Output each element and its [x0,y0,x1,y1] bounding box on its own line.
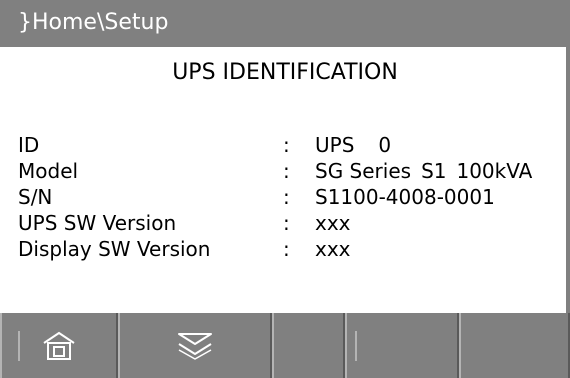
title-bar: }Home\Setup [0,0,570,47]
id-value: UPS 0 [315,131,391,159]
separator: : [283,133,290,157]
model-value: SG Series S1 100kVA [315,157,532,185]
display-sw-version-value: xxx [315,235,351,263]
home-icon [43,331,75,360]
display-sw-version-label: Display SW Version [18,237,211,261]
model-type: S1 [421,159,447,183]
identification-panel: UPS IDENTIFICATION ID : UPS 0 Model : SG … [0,47,570,313]
model-label: Model [18,159,79,183]
separator: : [283,159,290,183]
info-row-model: Model : SG Series S1 100kVA [0,157,566,185]
serial-label: S/N [18,185,53,209]
ups-sw-version-text: xxx [315,211,351,235]
info-row-display-sw-version: Display SW Version : xxx [0,235,566,263]
function-key-bar [0,313,570,378]
separator: : [283,237,290,261]
model-rating: 100kVA [456,159,533,183]
key-divider [355,331,357,361]
info-row-ups-sw-version: UPS SW Version : xxx [0,209,566,237]
ups-sw-version-label: UPS SW Version [18,211,177,235]
double-chevron-down-icon [178,332,212,360]
id-value-prefix: UPS [315,133,355,157]
function-key-4[interactable] [345,313,459,378]
scroll-down-button[interactable] [118,313,272,378]
ups-sw-version-value: xxx [315,209,351,237]
separator: : [283,211,290,235]
serial-value: S1100-4008-0001 [315,183,495,211]
page-title: UPS IDENTIFICATION [172,60,398,85]
home-button[interactable] [0,313,118,378]
breadcrumb: }Home\Setup [18,10,169,35]
id-value-number: 0 [378,133,392,157]
function-key-3[interactable] [272,313,345,378]
key-divider [18,331,20,361]
separator: : [283,185,290,209]
model-series: SG Series [315,159,412,183]
id-label: ID [18,133,40,157]
function-key-5[interactable] [459,313,570,378]
info-row-id: ID : UPS 0 [0,131,566,159]
ups-display-screen: }Home\Setup UPS IDENTIFICATION ID : UPS 0… [0,0,570,378]
display-sw-version-text: xxx [315,237,351,261]
serial-number: S1100-4008-0001 [315,185,495,209]
info-row-serial: S/N : S1100-4008-0001 [0,183,566,211]
